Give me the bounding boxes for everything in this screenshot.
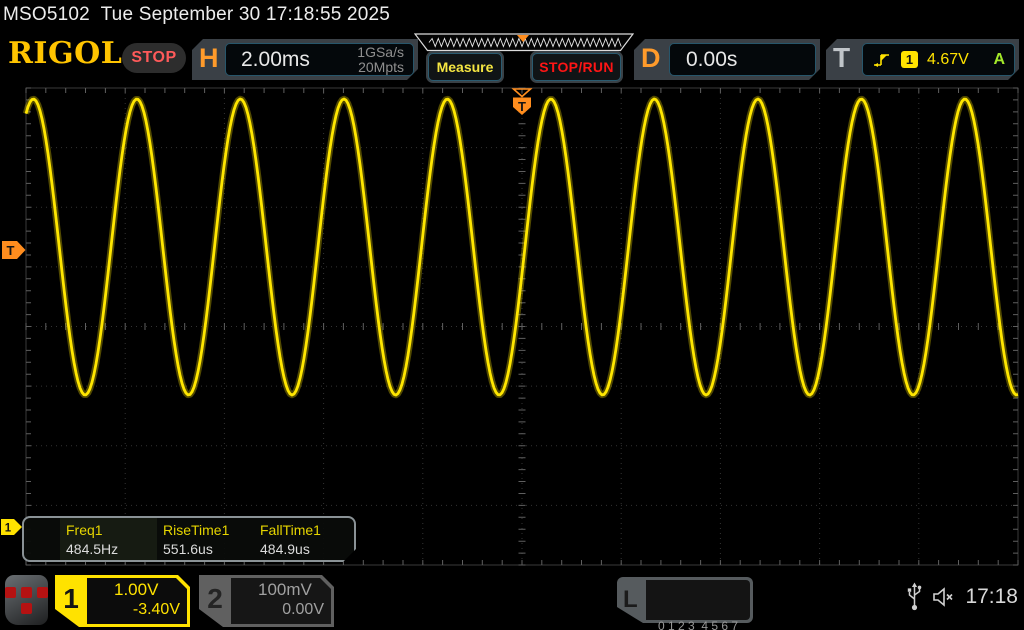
sample-rate: 1GSa/s (357, 45, 404, 60)
measurement-item[interactable]: FallTime1 484.9us (254, 518, 351, 560)
model-name: MSO5102 (3, 4, 90, 25)
channel2-scale: 100mV (258, 580, 312, 600)
clock: 17:18 (965, 585, 1018, 609)
measurement-item[interactable]: Freq1 484.5Hz (60, 518, 157, 560)
trigger-slope-icon (872, 51, 892, 68)
rigol-logo: RIGOL (8, 36, 122, 71)
channel1-level-marker[interactable]: 1 (1, 519, 22, 535)
channel1-scale: 1.00V (114, 580, 158, 600)
acquisition-info: 1GSa/s 20Mpts (357, 45, 413, 75)
delay-value: 0.00s (670, 48, 737, 72)
channel2-badge[interactable]: 2 100mV 0.00V (199, 575, 334, 627)
bottom-bar: 1 1.00V -3.40V 2 100mV 0.00V L (0, 570, 1024, 630)
system-tray: 17:18 (907, 582, 1018, 612)
measurement-panel[interactable]: Freq1 484.5Hz RiseTime1 551.6us FallTime… (22, 516, 356, 562)
channel1-offset: -3.40V (94, 601, 180, 619)
header-bar: RIGOL STOP H 2.00ms 1GSa/s 20Mpts Measur… (0, 30, 1024, 84)
channel1-number: 1 (55, 583, 87, 615)
timebase-value: 2.00ms (226, 48, 357, 72)
measurement-label: RiseTime1 (163, 522, 254, 538)
delay-settings-button[interactable]: D 0.00s (634, 39, 820, 80)
measure-button[interactable]: Measure (428, 53, 502, 81)
stop-run-button[interactable]: STOP/RUN (532, 53, 621, 81)
svg-text:T: T (7, 243, 15, 258)
measurement-value: 551.6us (163, 541, 254, 557)
menu-grid-button[interactable] (5, 575, 48, 625)
horizontal-settings-button[interactable]: H 2.00ms 1GSa/s 20Mpts (192, 39, 418, 80)
logic-channels-badge[interactable]: L 0 1 2 3 4 5 6 7 8 9 10 11 12 13 14 15 (617, 577, 753, 623)
waveform-display[interactable]: T T 1 (0, 84, 1024, 570)
channel2-number: 2 (199, 583, 231, 615)
measurement-value: 484.5Hz (66, 541, 157, 557)
memory-depth: 20Mpts (357, 60, 404, 75)
horizontal-label: H (199, 43, 219, 74)
trigger-source-badge: 1 (901, 51, 918, 68)
trigger-settings-button[interactable]: T 1 4.67V A (826, 39, 1019, 80)
trigger-level-value: 4.67V (927, 51, 984, 69)
oscilloscope-screen: MSO5102 Tue September 30 17:18:55 2025 R… (0, 0, 1024, 630)
delay-label: D (641, 43, 661, 74)
trigger-label: T (833, 42, 850, 74)
channel1-badge[interactable]: 1 1.00V -3.40V (55, 575, 190, 627)
channel2-offset: 0.00V (238, 601, 324, 619)
acquisition-status-badge: STOP (122, 43, 186, 73)
measurement-value: 484.9us (260, 541, 351, 557)
logic-label: L (623, 586, 638, 614)
measurement-label: FallTime1 (260, 522, 351, 538)
measurement-label: Freq1 (66, 522, 157, 538)
svg-text:1: 1 (5, 523, 12, 535)
trigger-level-marker[interactable]: T (2, 241, 26, 259)
trigger-mode-indicator: A (993, 51, 1005, 69)
sound-muted-icon (931, 586, 956, 608)
status-bar: MSO5102 Tue September 30 17:18:55 2025 (0, 0, 1024, 30)
logic-row1: 0 1 2 3 4 5 6 7 (646, 618, 750, 630)
measurement-item[interactable]: RiseTime1 551.6us (157, 518, 254, 560)
usb-icon (907, 582, 922, 612)
datetime: Tue September 30 17:18:55 2025 (101, 4, 390, 25)
svg-text:T: T (518, 99, 526, 114)
